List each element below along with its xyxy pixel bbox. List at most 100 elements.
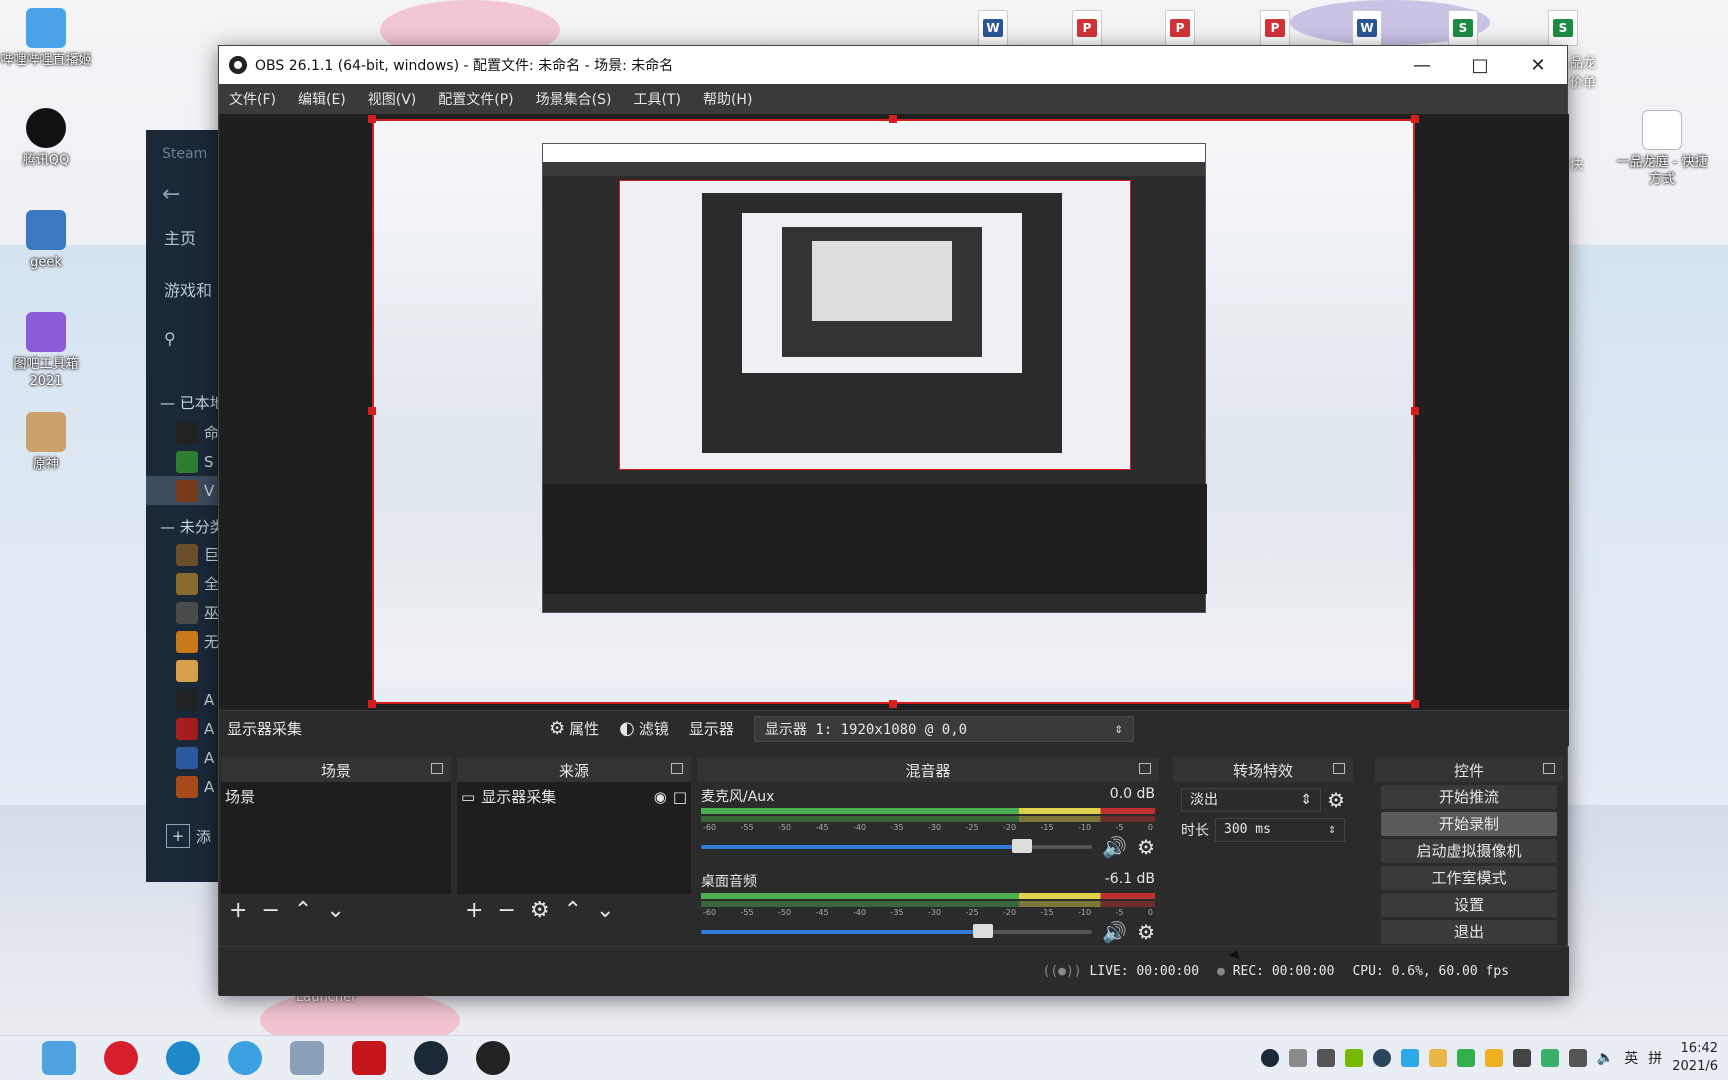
close-icon[interactable]: ✕	[1509, 55, 1567, 76]
menu-tools[interactable]: 工具(T)	[633, 89, 680, 109]
add-icon[interactable]: +	[229, 898, 247, 923]
undock-icon[interactable]	[431, 763, 443, 774]
wechat-icon[interactable]	[1456, 1049, 1475, 1067]
steam-tray-icon[interactable]	[1372, 1049, 1391, 1067]
steam-tray-icon[interactable]	[1260, 1049, 1279, 1067]
network-tray-icon[interactable]	[1568, 1049, 1587, 1067]
ime-mode[interactable]: 拼	[1648, 1048, 1662, 1068]
word-file-icon[interactable]: W	[978, 10, 1008, 46]
microphone-icon[interactable]	[1316, 1049, 1335, 1067]
autocad-icon[interactable]	[352, 1041, 386, 1075]
resize-handle[interactable]	[889, 115, 897, 123]
fader-track[interactable]	[701, 839, 1093, 853]
volume-icon[interactable]: 🔈	[1597, 1050, 1614, 1066]
move-down-icon[interactable]: ⌄	[596, 898, 614, 923]
gear-icon[interactable]: ⚙	[1137, 835, 1155, 859]
menu-edit[interactable]: 编辑(E)	[298, 89, 346, 109]
folder-icon[interactable]	[42, 1041, 76, 1075]
pdf-file-icon[interactable]: P	[1260, 10, 1290, 46]
duration-field[interactable]: 300 ms ⇕	[1215, 818, 1345, 842]
clock[interactable]: 16:42 2021/6	[1672, 1040, 1718, 1076]
desktop-icon-toolbox[interactable]: 图吧工具箱2021	[0, 312, 94, 390]
desktop-icon-bilibili-live[interactable]: 哔哩哔哩直播姬	[0, 8, 94, 69]
move-up-icon[interactable]: ⌃	[564, 898, 582, 923]
installed-header[interactable]: — 已本地	[160, 392, 225, 413]
scene-item[interactable]: 场景	[225, 786, 447, 807]
menu-help[interactable]: 帮助(H)	[703, 89, 752, 109]
resize-handle[interactable]	[889, 700, 897, 708]
remove-icon[interactable]: −	[497, 898, 515, 923]
pdf-file-icon[interactable]: P	[1165, 10, 1195, 46]
preview-area[interactable]	[219, 114, 1569, 710]
sheet-file-icon[interactable]: S	[1448, 10, 1478, 46]
add-game-button[interactable]: + 添	[166, 824, 211, 848]
word-file-icon[interactable]: W	[1352, 10, 1382, 46]
gear-icon[interactable]: ⚙	[1327, 788, 1345, 812]
menu-file[interactable]: 文件(F)	[229, 89, 276, 109]
resize-handle[interactable]	[1411, 407, 1419, 415]
start-recording-button[interactable]: 开始录制	[1381, 812, 1557, 836]
preview-canvas[interactable]	[372, 119, 1415, 704]
undock-icon[interactable]	[1139, 763, 1151, 774]
uncategorized-header[interactable]: — 未分类	[160, 516, 225, 537]
start-virtual-camera-button[interactable]: 启动虚拟摄像机	[1381, 839, 1557, 863]
minimize-icon[interactable]: —	[1393, 55, 1451, 76]
maximize-icon[interactable]: □	[1451, 55, 1509, 76]
display-select[interactable]: 显示器 1: 1920x1080 @ 0,0 ⇕	[753, 715, 1134, 742]
battery-icon[interactable]	[1512, 1049, 1531, 1067]
folder-tray-icon[interactable]	[1428, 1049, 1447, 1067]
gear-icon[interactable]: ⚙	[530, 898, 550, 923]
transition-select[interactable]: 淡出 ⇕	[1181, 788, 1322, 812]
filters-button[interactable]: ◐ 滤镜	[619, 718, 669, 739]
scenes-list[interactable]: 场景	[221, 782, 451, 894]
move-up-icon[interactable]: ⌃	[294, 898, 312, 923]
bolt-icon[interactable]	[1288, 1049, 1307, 1067]
obs-window[interactable]: OBS 26.1.1 (64-bit, windows) - 配置文件: 未命名…	[218, 45, 1569, 996]
tray-app-icon[interactable]	[1540, 1049, 1559, 1067]
desktop-icon-shortcut[interactable]: 一品龙庭 - 快捷方式	[1612, 110, 1712, 188]
add-icon[interactable]: +	[465, 898, 483, 923]
menu-profile[interactable]: 配置文件(P)	[438, 89, 513, 109]
desktop-icon-geek[interactable]: geek	[0, 210, 94, 271]
pdf-file-icon[interactable]: P	[1072, 10, 1102, 46]
source-item[interactable]: ▭ 显示器采集 ◉ □	[461, 786, 687, 807]
lock-icon[interactable]: □	[673, 788, 687, 806]
move-down-icon[interactable]: ⌄	[326, 898, 344, 923]
menu-view[interactable]: 视图(V)	[368, 89, 417, 109]
shield-icon[interactable]	[1484, 1049, 1503, 1067]
exit-button[interactable]: 退出	[1381, 920, 1557, 944]
settings-button[interactable]: 设置	[1381, 893, 1557, 917]
edge-icon[interactable]	[166, 1041, 200, 1075]
menu-scene-collection[interactable]: 场景集合(S)	[536, 89, 612, 109]
nvidia-icon[interactable]	[1344, 1049, 1363, 1067]
speaker-icon[interactable]: 🔊	[1102, 920, 1127, 944]
start-streaming-button[interactable]: 开始推流	[1381, 785, 1557, 809]
obs-titlebar[interactable]: OBS 26.1.1 (64-bit, windows) - 配置文件: 未命名…	[219, 46, 1567, 84]
fader-knob[interactable]	[1011, 839, 1032, 853]
undock-icon[interactable]	[1333, 763, 1345, 774]
steam-icon[interactable]	[414, 1041, 448, 1075]
resize-handle[interactable]	[368, 700, 376, 708]
gear-icon[interactable]: ⚙	[1137, 920, 1155, 944]
resize-handle[interactable]	[368, 115, 376, 123]
obs-icon[interactable]	[476, 1041, 510, 1075]
fader-track[interactable]	[701, 924, 1093, 938]
resize-handle[interactable]	[1411, 115, 1419, 123]
spin-icon[interactable]: ⇕	[1328, 819, 1336, 841]
fader-knob[interactable]	[972, 924, 993, 938]
qq-tray-icon[interactable]	[1400, 1049, 1419, 1067]
desktop-icon-genshin[interactable]: 原神	[0, 412, 94, 473]
resize-handle[interactable]	[368, 407, 376, 415]
netease-music-icon[interactable]	[104, 1041, 138, 1075]
desktop-icon-qq[interactable]: 腾讯QQ	[0, 108, 94, 169]
undock-icon[interactable]	[1543, 763, 1555, 774]
sheet-file-icon[interactable]: S	[1548, 10, 1578, 46]
ime-lang[interactable]: 英	[1624, 1048, 1638, 1068]
undock-icon[interactable]	[671, 763, 683, 774]
calculator-icon[interactable]	[290, 1041, 324, 1075]
properties-button[interactable]: ⚙ 属性	[549, 718, 599, 739]
resize-handle[interactable]	[1411, 700, 1419, 708]
studio-mode-button[interactable]: 工作室模式	[1381, 866, 1557, 890]
eye-icon[interactable]: ◉	[654, 788, 667, 806]
speaker-icon[interactable]: 🔊	[1102, 835, 1127, 859]
